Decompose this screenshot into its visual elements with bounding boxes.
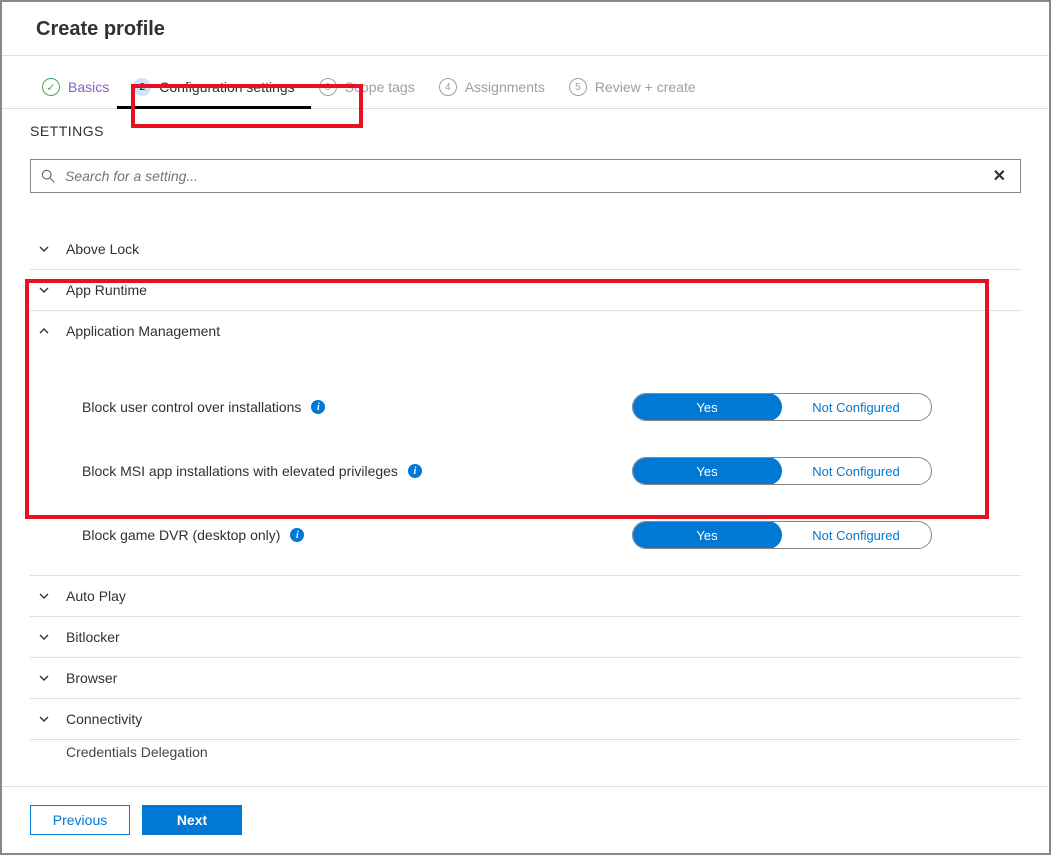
tab-label: Basics — [68, 79, 109, 95]
category-auto-play[interactable]: Auto Play — [30, 576, 1021, 617]
category-label: Connectivity — [66, 711, 142, 727]
category-connectivity[interactable]: Connectivity — [30, 699, 1021, 740]
tab-assignments[interactable]: 4 Assignments — [427, 70, 557, 108]
toggle-yes[interactable]: Yes — [632, 393, 782, 421]
next-button[interactable]: Next — [142, 805, 242, 835]
tab-review-create[interactable]: 5 Review + create — [557, 70, 708, 108]
chevron-down-icon — [38, 672, 50, 684]
toggle-yes[interactable]: Yes — [632, 457, 782, 485]
section-heading: SETTINGS — [30, 123, 1021, 139]
category-bitlocker[interactable]: Bitlocker — [30, 617, 1021, 658]
category-label: Browser — [66, 670, 117, 686]
toggle-not-configured[interactable]: Not Configured — [781, 522, 931, 548]
toggle-not-configured[interactable]: Not Configured — [781, 394, 931, 420]
toggle-not-configured[interactable]: Not Configured — [781, 458, 931, 484]
chevron-down-icon — [38, 631, 50, 643]
step-2-icon: 2 — [133, 78, 151, 96]
wizard-tabs: ✓ Basics 2 Configuration settings 3 Scop… — [2, 56, 1049, 109]
step-4-icon: 4 — [439, 78, 457, 96]
category-browser[interactable]: Browser — [30, 658, 1021, 699]
previous-button[interactable]: Previous — [30, 805, 130, 835]
application-management-settings: Block user control over installations i … — [30, 351, 1021, 576]
wizard-footer: Previous Next — [2, 786, 1049, 853]
toggle-yes[interactable]: Yes — [632, 521, 782, 549]
tab-scope-tags[interactable]: 3 Scope tags — [307, 70, 427, 108]
chevron-down-icon — [38, 590, 50, 602]
page-title: Create profile — [2, 10, 1049, 55]
info-icon[interactable]: i — [290, 528, 304, 542]
search-icon — [41, 169, 55, 183]
setting-block-game-dvr: Block game DVR (desktop only) i Yes Not … — [82, 503, 1021, 567]
info-icon[interactable]: i — [311, 400, 325, 414]
step-5-icon: 5 — [569, 78, 587, 96]
search-box[interactable]: ✕ — [30, 159, 1021, 193]
tab-configuration-settings[interactable]: 2 Configuration settings — [121, 70, 306, 108]
category-label: Application Management — [66, 323, 220, 339]
category-label: App Runtime — [66, 282, 147, 298]
chevron-down-icon — [38, 284, 50, 296]
chevron-up-icon — [38, 325, 50, 337]
tab-label: Assignments — [465, 79, 545, 95]
info-icon[interactable]: i — [408, 464, 422, 478]
search-input[interactable] — [65, 168, 989, 184]
category-label: Above Lock — [66, 241, 139, 257]
setting-label: Block game DVR (desktop only) — [82, 527, 280, 543]
tab-label: Review + create — [595, 79, 696, 95]
category-above-lock[interactable]: Above Lock — [30, 229, 1021, 270]
setting-block-msi: Block MSI app installations with elevate… — [82, 439, 1021, 503]
chevron-down-icon — [38, 713, 50, 725]
setting-label: Block user control over installations — [82, 399, 301, 415]
category-application-management[interactable]: Application Management — [30, 311, 1021, 351]
check-icon: ✓ — [42, 78, 60, 96]
setting-label: Block MSI app installations with elevate… — [82, 463, 398, 479]
toggle-block-user-control[interactable]: Yes Not Configured — [632, 393, 932, 421]
tab-label: Configuration settings — [159, 79, 294, 95]
setting-block-user-control: Block user control over installations i … — [82, 375, 1021, 439]
tab-label: Scope tags — [345, 79, 415, 95]
category-app-runtime[interactable]: App Runtime — [30, 270, 1021, 311]
step-3-icon: 3 — [319, 78, 337, 96]
category-label: Credentials Delegation — [66, 744, 208, 760]
category-credentials-delegation[interactable]: Credentials Delegation — [30, 740, 1021, 764]
clear-icon[interactable]: ✕ — [989, 166, 1010, 186]
toggle-block-game-dvr[interactable]: Yes Not Configured — [632, 521, 932, 549]
category-label: Auto Play — [66, 588, 126, 604]
chevron-down-icon — [38, 746, 50, 758]
tab-basics[interactable]: ✓ Basics — [30, 70, 121, 108]
toggle-block-msi[interactable]: Yes Not Configured — [632, 457, 932, 485]
category-label: Bitlocker — [66, 629, 120, 645]
chevron-down-icon — [38, 243, 50, 255]
